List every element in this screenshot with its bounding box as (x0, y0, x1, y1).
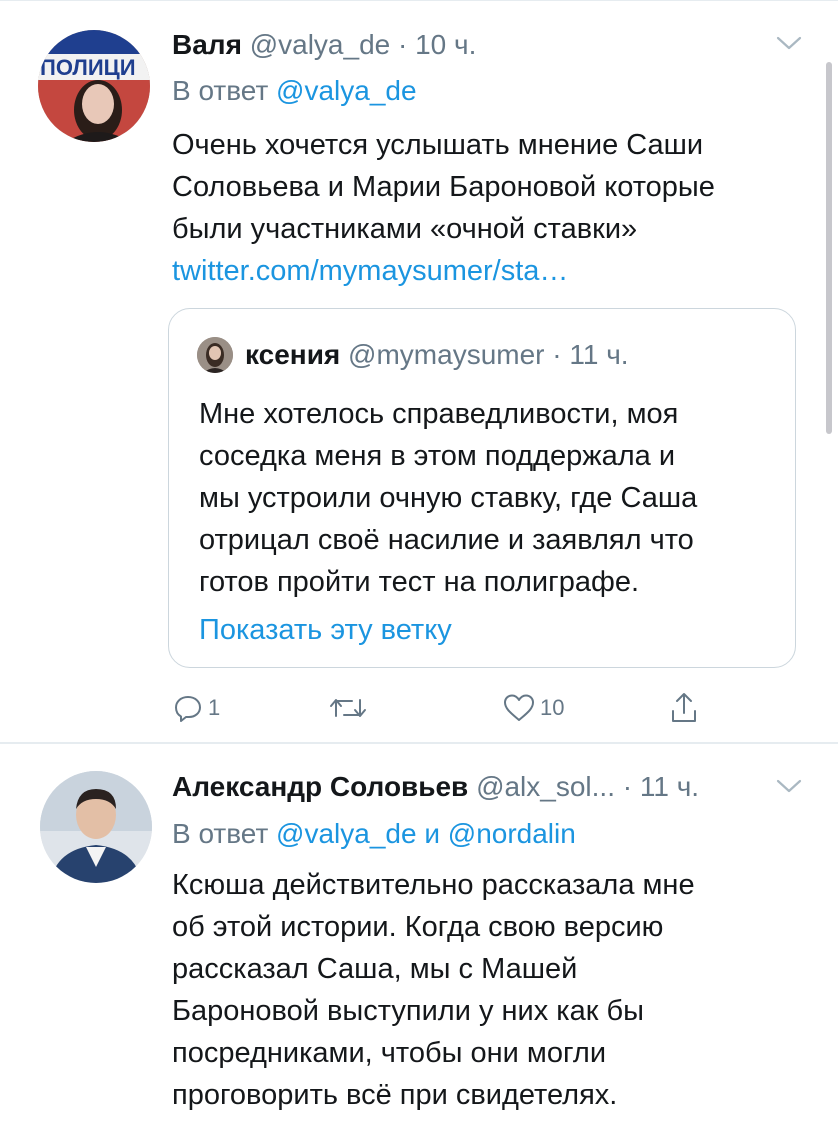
share-icon (672, 693, 696, 722)
tweet-text-line: Бароновой выступили у них как бы (172, 995, 644, 1027)
avatar[interactable]: ПОЛИЦИ (38, 30, 150, 142)
retweet-button[interactable] (328, 690, 372, 726)
scrollbar[interactable] (826, 62, 832, 434)
user-handle[interactable]: @alx_sol... (476, 771, 615, 802)
quote-separator-dot: · (552, 339, 562, 370)
reply-handle-link[interactable]: @valya_de (276, 75, 417, 106)
tweet-header: Валя @valya_de · 10 ч. (172, 28, 476, 62)
tweet-text-line: проговорить всё при свидетелях. (172, 1079, 618, 1111)
like-button[interactable]: 10 (502, 690, 564, 726)
chevron-down-icon[interactable] (775, 777, 803, 795)
display-name[interactable]: Валя (172, 29, 242, 60)
quote-text-line: соседка меня в этом поддержала и (199, 440, 676, 472)
tweet-text-line: посредниками, чтобы они могли (172, 1037, 607, 1069)
reply-handle-link[interactable]: @valya_de (276, 818, 417, 849)
quote-text-line: отрицал своё насилие и заявлял что (199, 524, 694, 556)
show-thread-link[interactable]: Показать эту ветку (199, 610, 452, 650)
quoted-tweet-card[interactable]: ксения @mymaysumer · 11 ч. Мне хотелось … (168, 308, 796, 668)
quote-text-line: мы устроили очную ставку, где Саша (199, 482, 698, 514)
quote-avatar[interactable] (197, 337, 233, 373)
like-count: 10 (540, 695, 565, 720)
tweet-text-line: Соловьева и Марии Бароновой которые (172, 171, 715, 203)
avatar[interactable] (40, 771, 152, 883)
like-icon (504, 694, 534, 721)
tweet-header: Александр Соловьев @alx_sol... · 11 ч. (172, 770, 699, 804)
tweet-actions: 1 10 (0, 690, 838, 730)
share-button[interactable] (668, 690, 700, 726)
user-handle[interactable]: @valya_de (250, 29, 391, 60)
retweet-icon (330, 699, 366, 717)
tweet-text-line: Ксюша действительно рассказала мне (172, 869, 695, 901)
chevron-down-icon[interactable] (775, 34, 803, 52)
tweet-text: Очень хочется услышать мнение Саши Солов… (172, 124, 822, 292)
quote-timestamp[interactable]: 11 ч. (569, 339, 628, 370)
reply-icon (175, 696, 201, 722)
tweet-valya[interactable]: ПОЛИЦИ Валя @valya_de · 10 ч. В ответ @v… (0, 0, 838, 742)
quote-text: Мне хотелось справедливости, моя соседка… (199, 393, 779, 603)
timestamp[interactable]: 11 ч. (640, 771, 699, 802)
display-name[interactable]: Александр Соловьев (172, 771, 468, 802)
avatar-image (40, 771, 152, 883)
separator-dot: · (398, 29, 408, 60)
reply-context: В ответ @valya_de и @nordalin (172, 817, 576, 851)
quote-text-line: готов пройти тест на полиграфе. (199, 566, 639, 598)
quote-header: ксения @mymaysumer · 11 ч. (245, 338, 629, 372)
tweet-text-line: были участниками «очной ставки» (172, 213, 638, 245)
reply-button[interactable]: 1 (172, 690, 220, 726)
timestamp[interactable]: 10 ч. (415, 29, 476, 60)
tweet-text: Ксюша действительно рассказала мне об эт… (172, 864, 822, 1116)
avatar-sign-text: ПОЛИЦИ (40, 55, 136, 80)
quote-avatar-image (197, 337, 233, 373)
twitter-timeline: ПОЛИЦИ Валя @valya_de · 10 ч. В ответ @v… (0, 0, 838, 1126)
reply-count: 1 (208, 695, 221, 720)
tweet-text-line: Очень хочется услышать мнение Саши (172, 129, 704, 161)
reply-prefix: В ответ (172, 818, 269, 849)
quote-text-line: Мне хотелось справедливости, моя (199, 398, 679, 430)
separator-dot: · (622, 771, 633, 802)
tweet-text-line: об этой истории. Когда свою версию (172, 911, 664, 943)
reply-prefix: В ответ (172, 75, 269, 106)
reply-context: В ответ @valya_de (172, 74, 417, 108)
quote-user-handle[interactable]: @mymaysumer (348, 339, 544, 370)
quote-display-name[interactable]: ксения (245, 339, 340, 370)
reply-joiner: и (424, 818, 440, 849)
tweet-link[interactable]: twitter.com/mymaysumer/sta… (172, 250, 822, 292)
avatar-image: ПОЛИЦИ (38, 30, 150, 142)
reply-handle-link[interactable]: @nordalin (448, 818, 576, 849)
tweet-text-line: рассказал Саша, мы с Машей (172, 953, 578, 985)
